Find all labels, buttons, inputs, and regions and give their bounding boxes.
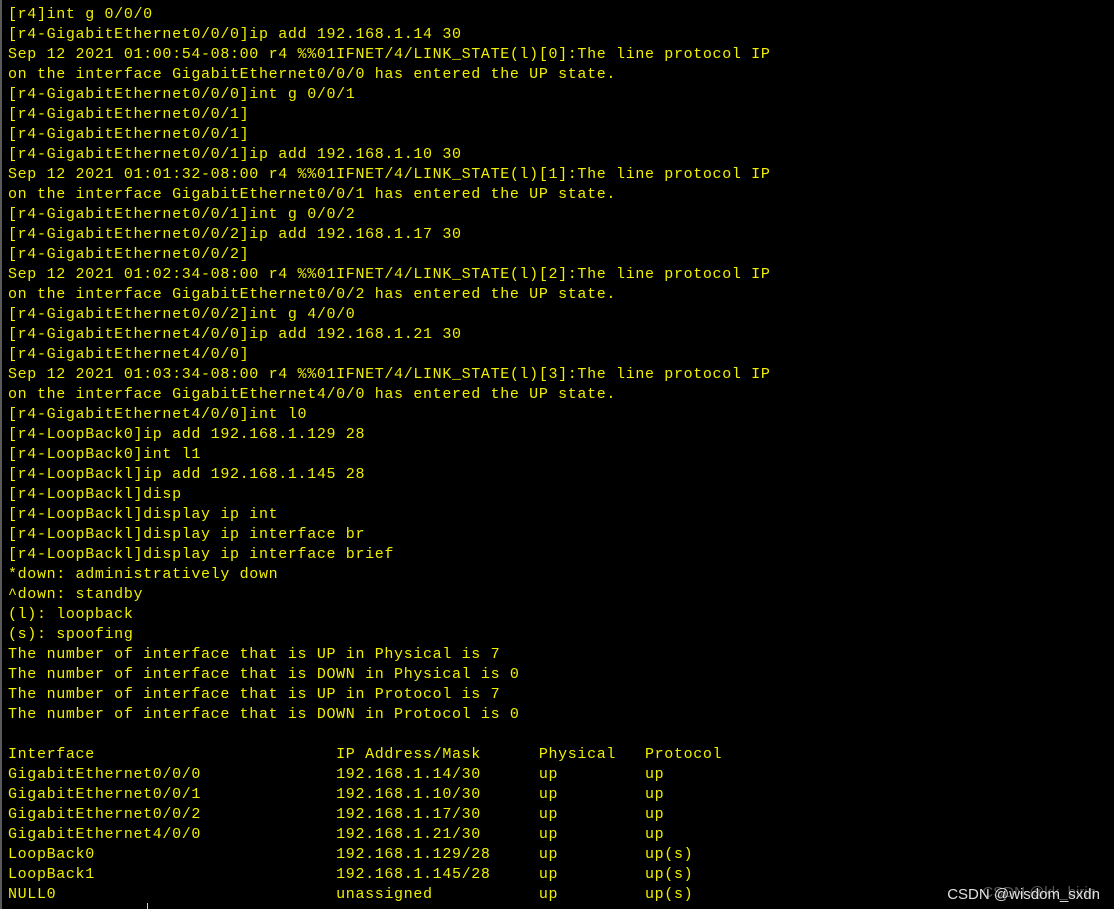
terminal-line: [r4-GigabitEthernet0/0/1] [8, 106, 250, 123]
terminal-line: The number of interface that is DOWN in … [8, 706, 520, 723]
terminal-line: GigabitEthernet0/0/1 192.168.1.10/30 up … [8, 786, 665, 803]
terminal-line: GigabitEthernet0/0/0 192.168.1.14/30 up … [8, 766, 665, 783]
terminal-line: [r4-GigabitEthernet0/0/1]int g 0/0/2 [8, 206, 356, 223]
terminal-line: [r4-LoopBackl]display ip int [8, 506, 279, 523]
terminal-line: [r4-LoopBack0]int l1 [8, 446, 202, 463]
terminal-line: The number of interface that is DOWN in … [8, 666, 520, 683]
terminal-line: *down: administratively down [8, 566, 279, 583]
terminal-line: on the interface GigabitEthernet0/0/1 ha… [8, 186, 617, 203]
terminal-line: [r4-GigabitEthernet0/0/2] [8, 246, 250, 263]
terminal-line: [r4]int g 0/0/0 [8, 6, 153, 23]
terminal-line: [r4-GigabitEthernet0/0/1] [8, 126, 250, 143]
csdn-watermark: CSDN @wisdom_sxdn [947, 886, 1100, 903]
terminal-window: [r4]int g 0/0/0 [r4-GigabitEthernet0/0/0]… [0, 0, 1114, 909]
terminal-line: The number of interface that is UP in Ph… [8, 646, 501, 663]
terminal-line: [r4-LoopBackl]display ip interface br [8, 526, 366, 543]
terminal-line: Sep 12 2021 01:00:54-08:00 r4 %%01IFNET/… [8, 46, 771, 63]
terminal-line: ^down: standby [8, 586, 144, 603]
terminal-line: GigabitEthernet4/0/0 192.168.1.21/30 up … [8, 826, 665, 843]
terminal-line: Sep 12 2021 01:03:34-08:00 r4 %%01IFNET/… [8, 366, 771, 383]
terminal-line: on the interface GigabitEthernet4/0/0 ha… [8, 386, 617, 403]
terminal-line: [r4-LoopBackl]display ip interface brief [8, 546, 395, 563]
terminal-line: [r4-GigabitEthernet0/0/0]ip add 192.168.… [8, 26, 462, 43]
terminal-line: The number of interface that is UP in Pr… [8, 686, 501, 703]
terminal-line: on the interface GigabitEthernet0/0/0 ha… [8, 66, 617, 83]
terminal-line: LoopBack0 192.168.1.129/28 up up(s) [8, 846, 694, 863]
terminal-line: [r4-GigabitEthernet4/0/0] [8, 346, 250, 363]
terminal-line: GigabitEthernet0/0/2 192.168.1.17/30 up … [8, 806, 665, 823]
terminal-line: on the interface GigabitEthernet0/0/2 ha… [8, 286, 617, 303]
terminal-left-border [0, 0, 2, 909]
terminal-line: [r4-GigabitEthernet0/0/2]int g 4/0/0 [8, 306, 356, 323]
terminal-line: [r4-GigabitEthernet4/0/0]int l0 [8, 406, 308, 423]
terminal-line: [r4-GigabitEthernet0/0/1]ip add 192.168.… [8, 146, 462, 163]
terminal-line: (l): loopback [8, 606, 134, 623]
terminal-line: [r4-GigabitEthernet0/0/0]int g 0/0/1 [8, 86, 356, 103]
terminal-line: [r4-GigabitEthernet0/0/2]ip add 192.168.… [8, 226, 462, 243]
terminal-lines: [r4]int g 0/0/0 [r4-GigabitEthernet0/0/0]… [8, 5, 770, 905]
terminal-line: Sep 12 2021 01:02:34-08:00 r4 %%01IFNET/… [8, 266, 771, 283]
terminal-line: [r4-LoopBack0]ip add 192.168.1.129 28 [8, 426, 366, 443]
terminal-line: [r4-LoopBackl]disp [8, 486, 182, 503]
terminal-line: Interface IP Address/Mask Physical Proto… [8, 746, 723, 763]
terminal-line: Sep 12 2021 01:01:32-08:00 r4 %%01IFNET/… [8, 166, 771, 183]
terminal-line: [r4-LoopBackl]ip add 192.168.1.145 28 [8, 466, 366, 483]
text-cursor [147, 903, 148, 909]
terminal-line: NULL0 unassigned up up(s) [8, 886, 694, 903]
terminal-output-area[interactable]: [r4]int g 0/0/0 [r4-GigabitEthernet0/0/0]… [0, 0, 1114, 909]
terminal-line: LoopBack1 192.168.1.145/28 up up(s) [8, 866, 694, 883]
terminal-line: [r4-GigabitEthernet4/0/0]ip add 192.168.… [8, 326, 462, 343]
terminal-line: (s): spoofing [8, 626, 134, 643]
